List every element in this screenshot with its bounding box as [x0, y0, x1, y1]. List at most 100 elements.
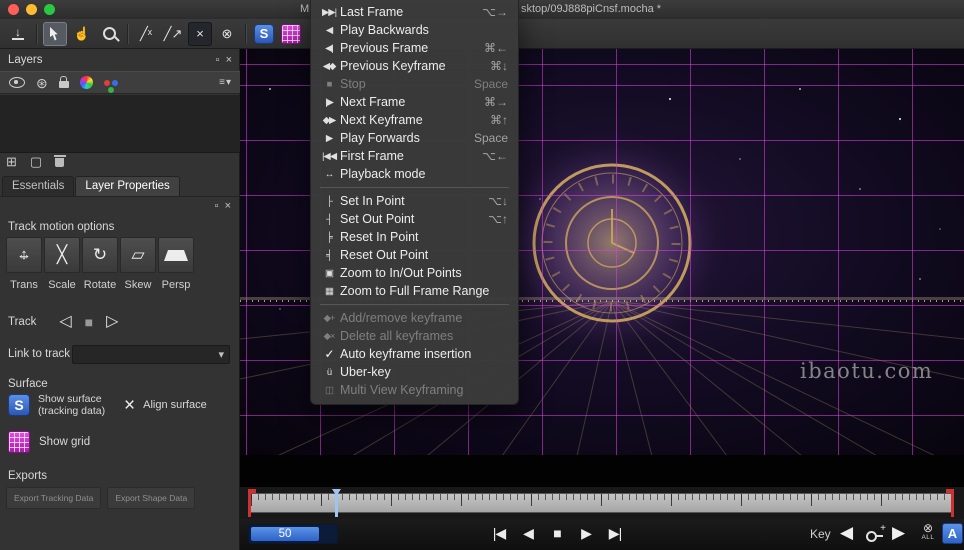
menu-item-previous-keyframe[interactable]: ◀◆ Previous Keyframe ⌘↓ [311, 57, 518, 75]
save-button[interactable]: ↓ [6, 22, 30, 46]
float-panel-icon[interactable]: ▫ [216, 54, 220, 66]
circle-x-tool-button[interactable]: ⊗ [215, 22, 239, 46]
menu-item-play-forwards[interactable]: ▶ Play Forwards Space [311, 129, 518, 147]
menu-item-reset-out-point[interactable]: ╡ Reset Out Point [311, 246, 518, 264]
menu-item-label: Reset In Point [340, 230, 419, 244]
uber-key-icon: ü [326, 366, 332, 378]
menu-item-previous-frame[interactable]: ◀| Previous Frame ⌘← [311, 39, 518, 57]
menu-item-add-remove-keyframe: ◆+ Add/remove keyframe [311, 309, 518, 327]
current-frame-field[interactable]: 50 [248, 524, 338, 544]
zoom-button[interactable] [44, 4, 55, 15]
next-keyframe-button[interactable]: ▶ [892, 524, 905, 541]
skew-icon: ▱ [131, 245, 145, 264]
menu-item-zoom-to-full-frame-range[interactable]: ▦ Zoom to Full Frame Range [311, 282, 518, 300]
playhead[interactable] [332, 489, 341, 517]
reset-in-point-icon: ╞ [326, 231, 333, 243]
track-forwards-button[interactable]: ▷ [106, 314, 118, 330]
link-to-track-label: Link to track [8, 348, 70, 360]
show-grid-button[interactable] [8, 431, 30, 453]
delete-layer-button[interactable] [53, 154, 66, 170]
menu-item-set-in-point[interactable]: ├ Set In Point ⌥↓ [311, 192, 518, 210]
menu-item-uber-key[interactable]: ü Uber-key [311, 363, 518, 381]
tab-essentials[interactable]: Essentials [2, 176, 75, 196]
menu-item-shortcut: ⌥← [482, 149, 508, 163]
minimize-button[interactable] [26, 4, 37, 15]
menu-item-auto-keyframe-insertion[interactable]: ✓ Auto keyframe insertion [311, 345, 518, 363]
close-panel-icon[interactable]: × [226, 54, 232, 66]
translation-motion-button[interactable]: ↔ ↕ [6, 237, 42, 273]
color-dots-icon[interactable] [103, 79, 110, 86]
align-surface-label: Align surface [143, 399, 207, 411]
menu-item-label: Delete all keyframes [340, 329, 454, 343]
layers-list[interactable] [0, 95, 240, 153]
step-forward-button[interactable]: ▶ [579, 525, 593, 542]
show-surface-button[interactable]: S [8, 394, 30, 416]
show-grid-toolbar-toggle[interactable] [279, 22, 303, 46]
out-point-marker[interactable] [946, 489, 954, 517]
rotation-motion-button[interactable]: ↻ [82, 237, 118, 273]
scale-motion-button[interactable]: ╳ [44, 237, 80, 273]
view-all-toggle[interactable]: ⊗ ALL [918, 522, 938, 542]
menu-item-shortcut: ⌘← [484, 41, 508, 55]
add-keyframe-button[interactable]: + [864, 523, 886, 543]
show-surface-toolbar-toggle[interactable]: S [252, 22, 276, 46]
menu-item-label: Next Frame [340, 95, 406, 109]
duplicate-layer-button[interactable]: ▢ [30, 154, 42, 170]
layer-list-menu-icon[interactable]: ≡▾ [219, 77, 232, 88]
menu-item-zoom-to-in-out-points[interactable]: ▣ Zoom to In/Out Points [311, 264, 518, 282]
goto-prev-keyframe-button[interactable]: |◀ [492, 525, 506, 542]
gear-icon[interactable]: ⊛ [36, 76, 48, 90]
create-bezier-tool-button[interactable]: ╱↗ [161, 22, 185, 46]
close-button[interactable] [8, 4, 19, 15]
in-point-marker[interactable] [248, 489, 256, 517]
close-panel-icon[interactable]: × [225, 200, 231, 212]
goto-next-keyframe-button[interactable]: ▶| [608, 525, 622, 542]
x-icon: × [196, 26, 204, 41]
skew-motion-button[interactable]: ▱ [120, 237, 156, 273]
export-tracking-data-button[interactable]: Export Tracking Data [6, 487, 102, 509]
surface-icon: S [254, 23, 274, 44]
link-to-track-select[interactable]: ▾ [72, 345, 230, 364]
menu-item-label: Play Forwards [340, 131, 420, 145]
visibility-icon[interactable] [9, 77, 25, 88]
autokey-indicator-button[interactable]: A [942, 523, 963, 544]
menu-item-playback-mode[interactable]: ↔ Playback mode [311, 165, 518, 183]
float-panel-icon[interactable]: ▫ [215, 200, 219, 212]
menu-item-reset-in-point[interactable]: ╞ Reset In Point [311, 228, 518, 246]
menu-item-label: Previous Frame [340, 41, 429, 55]
rotate-icon: ↻ [92, 245, 108, 264]
menu-item-play-backwards[interactable]: ◀ Play Backwards [311, 21, 518, 39]
lock-icon[interactable] [58, 76, 69, 88]
timeline-ruler[interactable] [250, 493, 954, 513]
x-marker-tool-button[interactable]: × [188, 21, 212, 46]
menu-item-next-keyframe[interactable]: ◆▶ Next Keyframe ⌘↑ [311, 111, 518, 129]
tab-layer-properties[interactable]: Layer Properties [75, 176, 180, 196]
menu-item-label: Zoom to In/Out Points [340, 266, 462, 280]
export-shape-data-button[interactable]: Export Shape Data [107, 487, 196, 509]
menu-item-set-out-point[interactable]: ┤ Set Out Point ⌥↑ [311, 210, 518, 228]
menu-item-label: Reset Out Point [340, 248, 429, 262]
create-xspline-tool-button[interactable]: ╱ˣ [134, 22, 158, 46]
menu-item-last-frame[interactable]: ▶▶| Last Frame ⌥→ [311, 3, 518, 21]
save-icon: ↓ [12, 26, 24, 40]
perspective-motion-button[interactable] [158, 237, 194, 273]
zoom-tool-button[interactable] [97, 22, 121, 46]
track-stop-button[interactable]: ■ [85, 315, 93, 329]
menu-item-label: Auto keyframe insertion [340, 347, 472, 361]
menu-item-stop: ■ Stop Space [311, 75, 518, 93]
new-group-button[interactable]: ⊞ [6, 154, 17, 170]
stop-button[interactable]: ■ [550, 525, 564, 542]
align-surface-button[interactable]: × [124, 396, 135, 415]
select-tool-button[interactable] [43, 21, 67, 46]
track-backwards-button[interactable]: ◁ [59, 314, 71, 330]
menu-item-label: Previous Keyframe [340, 59, 446, 73]
toolbar-separator [245, 23, 246, 44]
menu-item-next-frame[interactable]: |▶ Next Frame ⌘→ [311, 93, 518, 111]
prev-keyframe-button[interactable]: ◀ [840, 524, 853, 541]
color-wheel-icon[interactable] [79, 76, 93, 89]
menu-item-shortcut: ⌥↓ [488, 194, 508, 208]
layers-panel-title: Layers [8, 54, 43, 66]
pan-tool-button[interactable]: ☝ [70, 22, 94, 46]
menu-item-first-frame[interactable]: |◀◀ First Frame ⌥← [311, 147, 518, 165]
step-backward-button[interactable]: ◀ [521, 525, 535, 542]
